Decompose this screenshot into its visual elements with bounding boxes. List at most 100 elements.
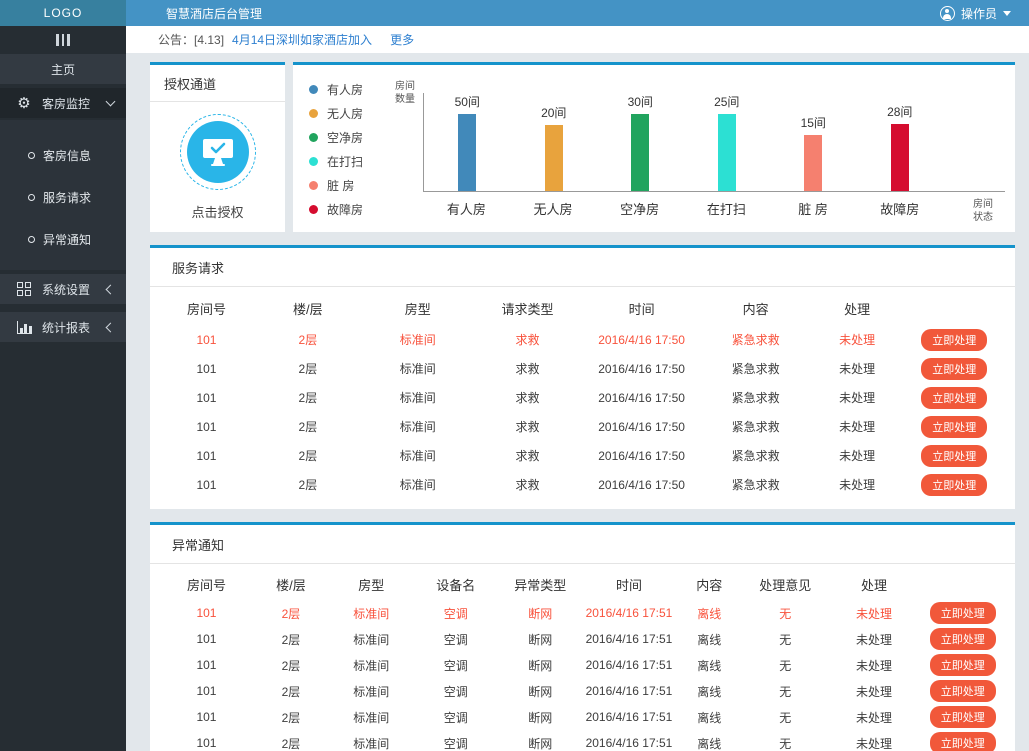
table-cell: 2016/4/16 17:51 xyxy=(585,606,673,620)
chart-bar-column: 28间 xyxy=(857,93,944,191)
handle-now-button[interactable]: 立即处理 xyxy=(921,357,988,380)
table-cell: 2层 xyxy=(298,449,318,463)
sidebar-item-room-info[interactable]: 客房信息 xyxy=(0,134,126,176)
table-cell-action: 立即处理 xyxy=(904,444,1005,467)
table-cell: 2层 xyxy=(281,606,301,621)
legend-item: 有人房 xyxy=(309,81,393,98)
sidebar-item-system-settings[interactable]: 系统设置 xyxy=(0,274,126,304)
table-cell: 标准间 xyxy=(399,478,436,492)
user-menu[interactable]: 操作员 xyxy=(939,5,1029,22)
table-cell: 未处理 xyxy=(855,632,892,647)
column-header: 时间 xyxy=(615,577,642,593)
handle-now-button[interactable]: 立即处理 xyxy=(921,415,988,438)
authorize-button[interactable]: 点击授权 xyxy=(150,102,285,232)
table-row: 101 2层 标准间 空调 断网 2016/4/16 17:51 离线 无 未处理 立即处理 xyxy=(160,626,1005,652)
table-cell: 标准间 xyxy=(353,710,390,725)
chart-category-label: 空净房 xyxy=(620,202,660,217)
table-cell-action: 立即处理 xyxy=(920,654,1005,676)
logo: LOGO xyxy=(0,0,126,26)
handle-now-button[interactable]: 立即处理 xyxy=(929,602,996,624)
hotel-admin-dashboard: LOGO 智慧酒店后台管理 操作员 主页 ⚙ 客房监控 客房信息 服务请求 异常… xyxy=(0,0,1029,751)
table-cell: 紧急求救 xyxy=(731,362,780,376)
legend-label: 故障房 xyxy=(327,203,364,217)
table-cell: 101 xyxy=(196,361,217,376)
table-cell-action: 立即处理 xyxy=(920,602,1005,624)
table-cell: 无 xyxy=(779,736,792,751)
table-cell: 未处理 xyxy=(855,606,892,621)
table-cell: 2016/4/16 17:50 xyxy=(598,419,685,434)
column-header: 房间号 xyxy=(186,301,226,317)
chart-category-label: 脏 房 xyxy=(798,202,828,217)
table-cell-action: 立即处理 xyxy=(920,680,1005,702)
dashed-ring xyxy=(179,113,256,190)
table-cell: 101 xyxy=(196,684,217,698)
auth-card-title: 授权通道 xyxy=(150,65,285,102)
sidebar-item-room-monitor[interactable]: ⚙ 客房监控 xyxy=(0,88,126,118)
announcement-more-link[interactable]: 更多 xyxy=(390,31,414,48)
table-cell: 2016/4/16 17:51 xyxy=(585,632,673,646)
table-cell: 2016/4/16 17:50 xyxy=(598,332,685,347)
table-cell: 2016/4/16 17:51 xyxy=(585,736,673,750)
table-row: 101 2层 标准间 求救 2016/4/16 17:50 紧急求救 未处理 立即处理 xyxy=(160,383,1005,412)
table-cell: 2016/4/16 17:51 xyxy=(585,658,673,672)
chevron-left-icon xyxy=(105,322,116,332)
submenu-label: 服务请求 xyxy=(43,190,92,205)
column-header: 处理意见 xyxy=(759,577,812,593)
table-cell: 断网 xyxy=(528,736,553,751)
handle-now-button[interactable]: 立即处理 xyxy=(929,628,996,650)
table-cell: 标准间 xyxy=(399,362,436,376)
table-header-row: 房间号 楼/层 房型 设备名 异常类型 时间 内容 处理意见 处理 xyxy=(160,568,1005,600)
chart-bar-column: 20间 xyxy=(511,93,598,191)
legend-dot-icon xyxy=(309,85,318,94)
handle-now-button[interactable]: 立即处理 xyxy=(921,328,988,351)
handle-now-button[interactable]: 立即处理 xyxy=(929,706,996,728)
table-cell: 2016/4/16 17:50 xyxy=(598,361,685,376)
table-cell: 求救 xyxy=(515,420,540,434)
sidebar-toggle[interactable] xyxy=(0,26,126,54)
table-cell: 101 xyxy=(196,632,217,646)
table-cell: 2016/4/16 17:50 xyxy=(598,477,685,492)
table-cell: 空调 xyxy=(443,710,468,725)
handle-now-button[interactable]: 立即处理 xyxy=(921,473,988,496)
handle-now-button[interactable]: 立即处理 xyxy=(929,654,996,676)
table-cell-action: 立即处理 xyxy=(920,628,1005,650)
chevron-down-icon xyxy=(1003,10,1011,16)
announcement-link[interactable]: 4月14日深圳如家酒店加入 xyxy=(232,31,372,48)
table-cell: 求救 xyxy=(515,478,540,492)
table-header-row: 房间号 楼/层 房型 请求类型 时间 内容 处理 xyxy=(160,291,1005,325)
column-header: 内容 xyxy=(696,577,723,593)
table-row: 101 2层 标准间 求救 2016/4/16 17:50 紧急求救 未处理 立即处理 xyxy=(160,441,1005,470)
handle-now-button[interactable]: 立即处理 xyxy=(921,444,988,467)
bar-value-label: 28间 xyxy=(887,105,913,119)
sidebar-item-statistics-report[interactable]: 统计报表 xyxy=(0,312,126,342)
table-row: 101 2层 标准间 求救 2016/4/16 17:50 紧急求救 未处理 立即处理 xyxy=(160,325,1005,354)
service-table-title: 服务请求 xyxy=(150,248,1015,287)
table-row: 101 2层 标准间 空调 断网 2016/4/16 17:51 离线 无 未处理 立即处理 xyxy=(160,730,1005,751)
handle-now-button[interactable]: 立即处理 xyxy=(929,732,996,751)
chart-bar xyxy=(631,114,650,191)
table-cell: 2层 xyxy=(281,684,301,699)
chart-bar-column: 25间 xyxy=(684,93,771,191)
sidebar-item-exception-notice[interactable]: 异常通知 xyxy=(0,218,126,260)
table-cell: 无 xyxy=(779,710,792,725)
handle-now-button[interactable]: 立即处理 xyxy=(921,386,988,409)
chart-bar-column: 30间 xyxy=(597,93,684,191)
legend-dot-icon xyxy=(309,181,318,190)
sidebar-item-home[interactable]: 主页 xyxy=(0,54,126,84)
bullet-icon xyxy=(28,235,35,243)
chart-category-label: 有人房 xyxy=(446,202,486,217)
table-cell: 求救 xyxy=(515,449,540,463)
table-cell: 离线 xyxy=(697,632,722,647)
table-cell: 未处理 xyxy=(839,333,876,347)
table-cell: 求救 xyxy=(515,333,540,347)
chart-xlabels: 有人房 无人房 空净房 在打扫 脏 房 故障房 xyxy=(423,199,943,218)
table-cell: 空调 xyxy=(443,632,468,647)
table-cell: 未处理 xyxy=(839,478,876,492)
table-cell: 断网 xyxy=(528,606,553,621)
table-cell: 标准间 xyxy=(353,658,390,673)
handle-now-button[interactable]: 立即处理 xyxy=(929,680,996,702)
chart-category-label: 无人房 xyxy=(533,202,573,217)
legend-item: 在打扫 xyxy=(309,153,393,170)
sidebar-item-service-request[interactable]: 服务请求 xyxy=(0,176,126,218)
table-cell: 2层 xyxy=(281,658,301,673)
